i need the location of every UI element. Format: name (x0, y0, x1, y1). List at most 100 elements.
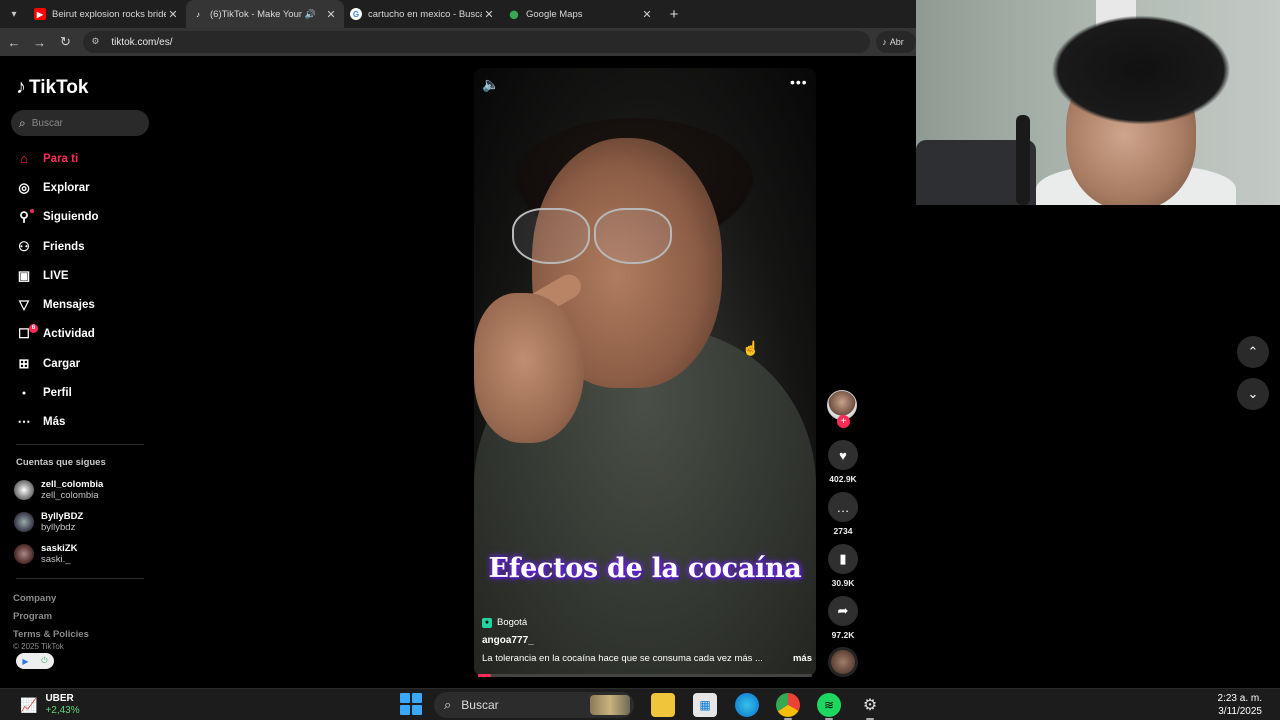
footer-link-company[interactable]: Company (13, 590, 89, 608)
close-icon[interactable]: ✕ (640, 8, 654, 21)
menu-item-live[interactable]: ▣ LIVE (0, 261, 160, 290)
comment-count: 2734 (833, 526, 853, 536)
new-tab-plus-icon[interactable]: + (664, 4, 684, 24)
search-input[interactable] (31, 117, 132, 129)
play-circle-icon: ▶ (22, 656, 29, 666)
more-options-icon[interactable]: ••• (790, 74, 808, 90)
share-action[interactable]: ➦ 97.2K (827, 596, 859, 640)
menu-item-perfil[interactable]: ● Perfil (0, 378, 160, 407)
file-explorer-icon[interactable] (651, 693, 675, 717)
following-list: zell_colombia zell_colombia ByllyBDZ byl… (14, 474, 154, 570)
notification-dot (30, 208, 34, 213)
next-video-button[interactable]: ⌄ (1237, 378, 1269, 410)
avatar (14, 512, 34, 532)
taskbar-search[interactable]: ⌕ Buscar (434, 692, 634, 718)
following-item[interactable]: zell_colombia zell_colombia (14, 474, 154, 506)
open-in-app-button[interactable]: ♪ Abr (876, 31, 916, 53)
menu-item-actividad[interactable]: ☐ 6 Actividad (0, 320, 160, 349)
share-count: 97.2K (831, 630, 855, 640)
more-icon: ⋯ (17, 414, 31, 430)
menu-label: Perfil (43, 387, 72, 400)
clock-date: 3/11/2025 (1218, 706, 1262, 717)
tab-tiktok[interactable]: ♪ (6)TikTok - Make Your Day 🔊 ✕ (186, 0, 344, 28)
speaker-icon[interactable]: 🔊 (305, 9, 316, 20)
spotify-icon[interactable]: ≋ (817, 693, 841, 720)
menu-item-siguiendo[interactable]: ⚲ Siguiendo (0, 203, 160, 232)
save-action[interactable]: ▮ 30.9K (827, 544, 859, 588)
previous-video-button[interactable]: ⌃ (1237, 336, 1269, 368)
following-name: zell_colombia (41, 479, 104, 490)
following-name: ByllyBDZ (41, 511, 84, 522)
reload-icon[interactable]: ↻ (54, 30, 78, 54)
taskbar-search-label: Buscar (461, 698, 499, 712)
video-frame-glasses (512, 208, 590, 264)
chrome-icon[interactable] (776, 693, 800, 720)
search-box[interactable]: ⌕ (11, 110, 149, 136)
share-arrow-icon[interactable]: ➦ (828, 596, 858, 626)
more-link[interactable]: más (793, 653, 812, 664)
back-arrow-icon[interactable]: ← (2, 30, 26, 54)
following-name: saskiZK (41, 543, 78, 554)
browser-toolbar: ← → ↻ ⚙ tiktok.com/es/ ♪ Abr (0, 28, 916, 56)
browser-tab-bar: ▾ ▶ Beirut explosion rocks bride's p ✕ ♪… (0, 0, 916, 28)
screen: ▾ ▶ Beirut explosion rocks bride's p ✕ ♪… (0, 0, 1280, 720)
tab-title: Beirut explosion rocks bride's p (52, 8, 166, 20)
like-action[interactable]: ♥ 402.9K (827, 440, 859, 484)
menu-label: Para ti (43, 152, 79, 165)
stock-widget[interactable]: 📈 UBER +2,43% (20, 689, 80, 720)
close-icon[interactable]: ✕ (482, 8, 496, 21)
site-info-icon[interactable]: ⚙ (91, 36, 103, 48)
avatar (14, 544, 34, 564)
video-progress-bar[interactable] (478, 674, 812, 677)
menu-label: LIVE (43, 269, 69, 282)
heart-icon[interactable]: ♥ (828, 440, 858, 470)
following-item[interactable]: ByllyBDZ byllybdz (14, 506, 154, 538)
menu-label: Mensajes (43, 299, 95, 312)
divider (16, 444, 144, 445)
avatar (14, 480, 34, 500)
address-bar[interactable]: ⚙ tiktok.com/es/ (83, 31, 871, 53)
menu-item-explorar[interactable]: ◎ Explorar (0, 173, 160, 202)
tab-youtube[interactable]: ▶ Beirut explosion rocks bride's p ✕ (28, 0, 186, 28)
menu-label: Friends (43, 240, 85, 253)
follow-plus-icon[interactable]: + (837, 415, 850, 428)
forward-arrow-icon[interactable]: → (28, 30, 52, 54)
comment-icon[interactable]: … (828, 492, 858, 522)
save-count: 30.9K (831, 578, 855, 588)
bookmark-icon[interactable]: ▮ (828, 544, 858, 574)
extension-pill[interactable]: ▶ ⏻ (16, 653, 54, 669)
menu-item-friends[interactable]: ⚇ Friends (0, 232, 160, 261)
footer-links: Company Program Terms & Policies © 2025 … (13, 590, 89, 651)
tiktok-logo[interactable]: ♪ TikTok (16, 76, 88, 99)
divider (16, 578, 144, 579)
open-app-label: Abr (889, 37, 904, 47)
menu-item-para-ti[interactable]: ⌂ Para ti (0, 144, 160, 173)
creator-avatar[interactable]: + (827, 390, 857, 428)
edge-icon[interactable] (735, 693, 759, 717)
comment-action[interactable]: … 2734 (827, 492, 859, 536)
menu-label: Explorar (43, 181, 90, 194)
stock-chart-icon: 📈 (20, 696, 38, 713)
close-icon[interactable]: ✕ (166, 8, 180, 21)
video-author[interactable]: angoa777_ (482, 635, 812, 646)
tab-search-chevron-icon[interactable]: ▾ (0, 0, 28, 28)
windows-start-icon[interactable] (400, 693, 422, 715)
footer-link-program[interactable]: Program (13, 608, 89, 626)
mouse-cursor-icon: ☝ (742, 340, 760, 356)
menu-item-mensajes[interactable]: ▽ Mensajes (0, 290, 160, 319)
music-disc-icon[interactable] (828, 647, 858, 677)
location-label: Bogotá (497, 617, 528, 628)
menu-item-cargar[interactable]: ⊞ Cargar (0, 349, 160, 378)
microsoft-store-icon[interactable]: ▦ (693, 693, 717, 717)
settings-gear-icon[interactable]: ⚙ (858, 693, 882, 720)
tab-google-search[interactable]: G cartucho en mexico - Buscar co ✕ (344, 0, 502, 28)
location-tag[interactable]: ● Bogotá (482, 617, 812, 628)
menu-item-mas[interactable]: ⋯ Más (0, 408, 160, 437)
volume-icon[interactable]: 🔈 (482, 76, 499, 93)
following-item[interactable]: saskiZK saski._ (14, 538, 154, 570)
tab-google-maps[interactable]: ⬤ Google Maps ✕ (502, 0, 660, 28)
video-description-row: La tolerancia en la cocaína hace que se … (482, 653, 812, 664)
close-icon[interactable]: ✕ (324, 8, 338, 21)
system-clock[interactable]: 2:23 a. m. 3/11/2025 (1218, 689, 1262, 720)
video-player[interactable]: Efectos de la cocaína (474, 68, 816, 676)
